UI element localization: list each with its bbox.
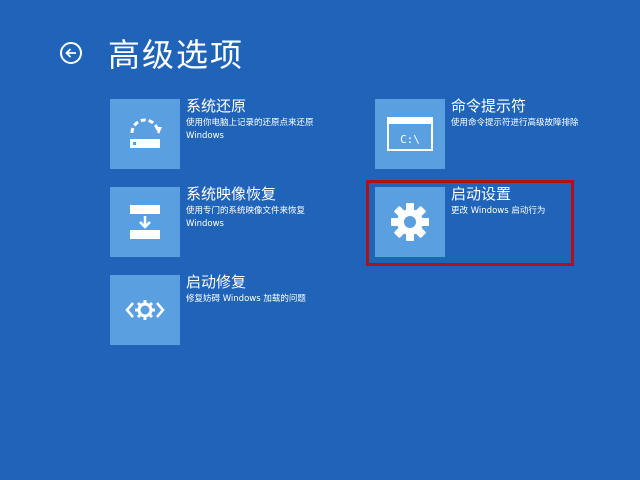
option-description: 使用专门的系统映像文件来恢复 Windows xyxy=(186,206,306,229)
option-startup-settings[interactable]: 启动设置 更改 Windows 启动行为 xyxy=(375,185,601,257)
option-title: 启动设置 xyxy=(451,185,512,203)
command-prompt-icon: C:\ xyxy=(375,99,445,169)
system-restore-icon xyxy=(110,99,180,169)
option-description: 使用命令提示符进行高级故障排除 xyxy=(451,118,579,128)
option-title: 系统映像恢复 xyxy=(186,185,277,203)
option-command-prompt[interactable]: C:\ 命令提示符 使用命令提示符进行高级故障排除 xyxy=(375,97,601,169)
option-system-restore[interactable]: 系统还原 使用你电脑上记录的还原点来还原 Windows xyxy=(110,97,336,169)
option-description: 更改 Windows 启动行为 xyxy=(451,206,546,216)
header: 高级选项 xyxy=(60,28,244,78)
page-title: 高级选项 xyxy=(108,36,245,74)
option-startup-repair[interactable]: 启动修复 修复妨碍 Windows 加载的问题 xyxy=(110,273,336,345)
back-arrow-icon xyxy=(65,48,76,58)
option-description: 修复妨碍 Windows 加载的问题 xyxy=(186,294,306,304)
option-system-image-recovery[interactable]: 系统映像恢复 使用专门的系统映像文件来恢复 Windows xyxy=(110,185,336,257)
back-button[interactable] xyxy=(60,42,82,64)
system-image-icon xyxy=(110,187,180,257)
gear-icon xyxy=(375,187,445,257)
option-title: 命令提示符 xyxy=(451,97,527,115)
startup-repair-icon xyxy=(110,275,180,345)
option-description: 使用你电脑上记录的还原点来还原 Windows xyxy=(186,118,314,141)
option-title: 启动修复 xyxy=(186,273,247,291)
command-prompt-icon-text: C:\ xyxy=(400,133,420,146)
option-title: 系统还原 xyxy=(186,97,247,115)
